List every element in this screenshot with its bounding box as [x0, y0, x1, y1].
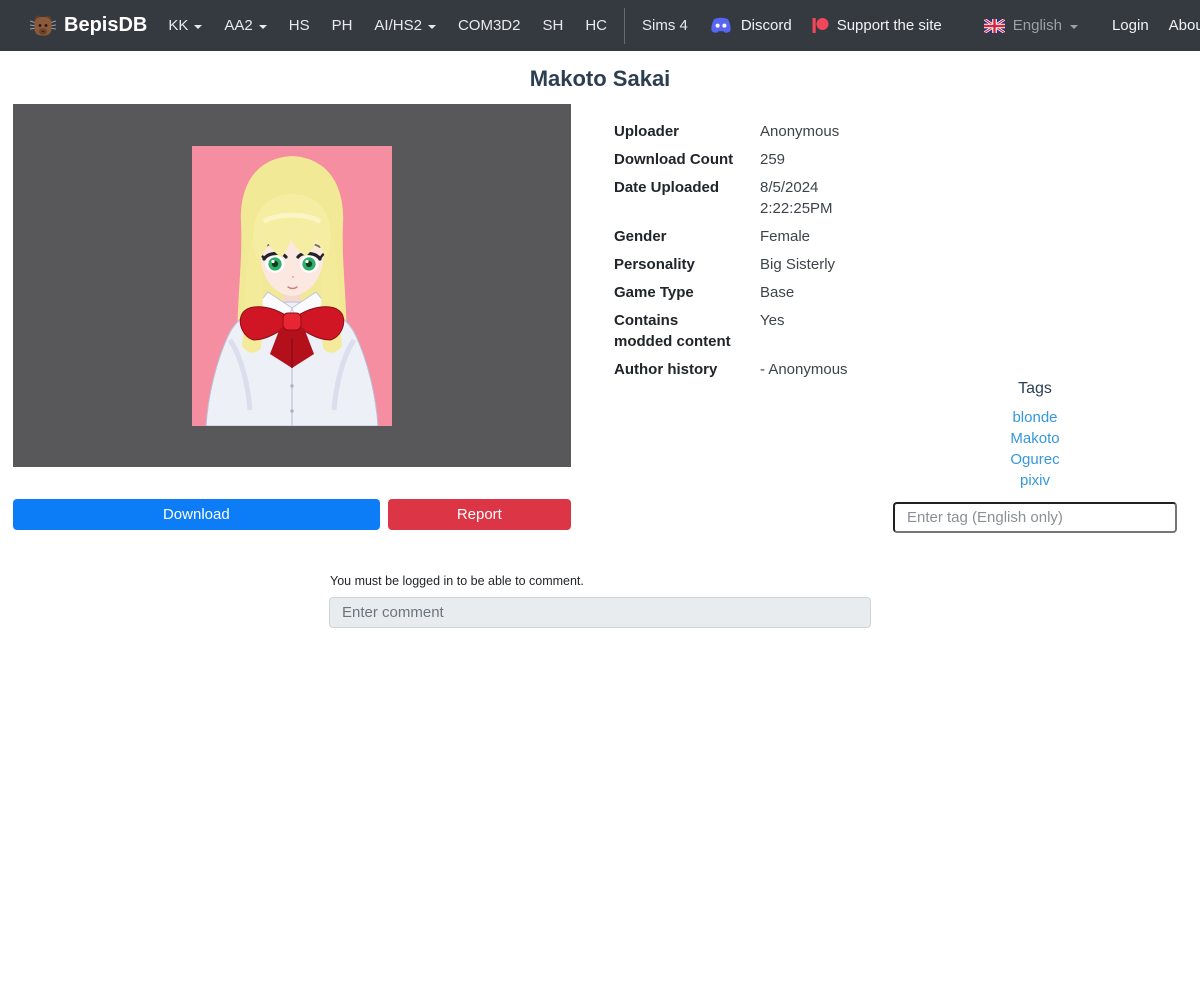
tag-link-makoto[interactable]: Makoto	[893, 428, 1177, 449]
discord-link[interactable]: Discord	[699, 17, 802, 35]
character-card-image	[192, 145, 392, 426]
detail-value: 8/5/2024 2:22:25PM	[760, 179, 833, 217]
about-link[interactable]: About	[1159, 17, 1200, 34]
comment-input[interactable]	[329, 597, 871, 628]
chevron-down-icon	[427, 24, 436, 29]
tag-link-ogurec[interactable]: Ogurec	[893, 449, 1177, 470]
detail-label: Personality	[614, 256, 695, 273]
hamster-logo-icon	[30, 13, 56, 39]
download-button[interactable]: Download	[13, 499, 380, 530]
tag-input[interactable]	[893, 502, 1177, 533]
detail-label: Date Uploaded	[614, 179, 720, 196]
detail-value: 259	[760, 151, 786, 168]
detail-row-modded-content: Contains modded content Yes	[614, 310, 893, 352]
detail-row-author-history: Author history - Anonymous	[614, 359, 893, 380]
detail-value: Female	[760, 228, 811, 245]
login-notice: You must be logged in to be able to comm…	[330, 574, 584, 588]
nav-divider	[623, 7, 625, 44]
main-nav: KK AA2 HS PH AI/HS2 COM3D2 SH HC Sims 4	[157, 7, 699, 44]
report-button[interactable]: Report	[387, 499, 571, 530]
nav-item-ph[interactable]: PH	[321, 17, 364, 34]
tags-panel: Tags blonde Makoto Ogurec pixiv	[893, 104, 1177, 533]
nav-item-sims4[interactable]: Sims 4	[631, 17, 699, 34]
detail-row-date-uploaded: Date Uploaded 8/5/2024 2:22:25PM	[614, 177, 893, 219]
patreon-icon	[812, 17, 829, 34]
page-title: Makoto Sakai	[529, 66, 671, 91]
detail-value: Yes	[760, 312, 785, 329]
brand-label: BepisDB	[64, 14, 148, 36]
detail-value: Anonymous	[760, 123, 840, 140]
detail-label: Author history	[614, 361, 718, 378]
detail-row-gender: Gender Female	[614, 226, 893, 247]
nav-item-ai-hs2[interactable]: AI/HS2	[363, 17, 447, 34]
navbar: BepisDB KK AA2 HS PH AI/HS2 COM3D2 SH HC…	[0, 0, 1200, 51]
chevron-down-icon	[258, 24, 267, 29]
tag-link-pixiv[interactable]: pixiv	[893, 470, 1177, 491]
support-link[interactable]: Support the site	[802, 17, 962, 34]
nav-item-sh[interactable]: SH	[531, 17, 574, 34]
detail-row-uploader: Uploader Anonymous	[614, 121, 893, 142]
tags-title: Tags	[1018, 380, 1052, 397]
comments-section: You must be logged in to be able to comm…	[329, 574, 871, 628]
detail-row-download-count: Download Count 259	[614, 149, 893, 170]
nav-item-hc[interactable]: HC	[574, 17, 618, 34]
tag-link-blonde[interactable]: blonde	[893, 407, 1177, 428]
tag-list: blonde Makoto Ogurec pixiv	[893, 407, 1177, 491]
nav-item-com3d2[interactable]: COM3D2	[447, 17, 532, 34]
nav-item-aa2[interactable]: AA2	[213, 17, 277, 34]
detail-value: - Anonymous	[760, 361, 848, 378]
detail-row-personality: Personality Big Sisterly	[614, 254, 893, 275]
detail-label: Game Type	[614, 284, 694, 301]
main-content: Download Report Uploader Anonymous Downl…	[0, 104, 1200, 533]
detail-value: Base	[760, 284, 795, 301]
nav-item-hs[interactable]: HS	[278, 17, 321, 34]
nav-item-kk[interactable]: KK	[157, 17, 213, 34]
login-link[interactable]: Login	[1102, 17, 1159, 34]
detail-label: Gender	[614, 228, 667, 245]
detail-row-game-type: Game Type Base	[614, 282, 893, 303]
details-panel: Uploader Anonymous Download Count 259 Da…	[571, 104, 893, 387]
language-dropdown[interactable]: English	[962, 17, 1102, 34]
detail-label: Contains modded content	[614, 312, 731, 350]
uk-flag-icon	[983, 18, 1005, 33]
detail-value: Big Sisterly	[760, 256, 836, 273]
chevron-down-icon	[194, 24, 203, 29]
character-image-panel	[13, 104, 571, 467]
brand[interactable]: BepisDB	[30, 13, 147, 39]
chevron-down-icon	[1069, 24, 1078, 29]
discord-icon	[709, 17, 733, 35]
detail-label: Download Count	[614, 151, 734, 168]
detail-label: Uploader	[614, 123, 680, 140]
